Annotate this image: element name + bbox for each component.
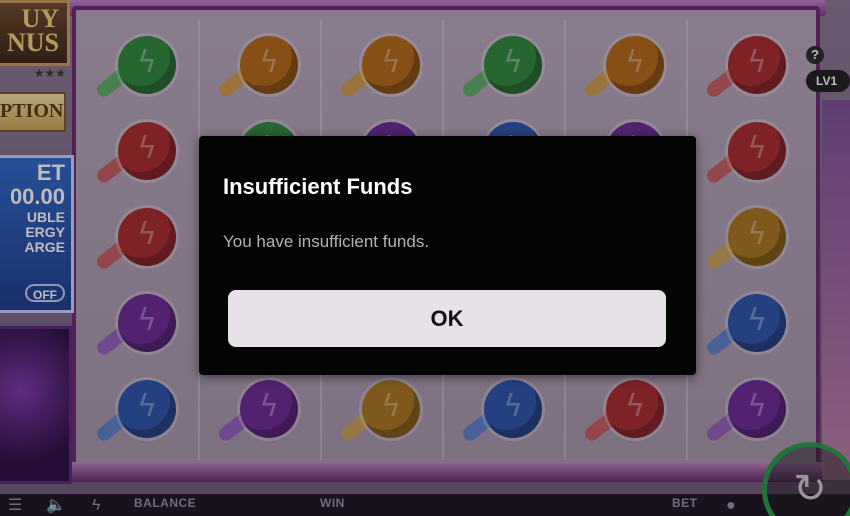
dialog-title: Insufficient Funds <box>223 174 413 199</box>
insufficient-funds-dialog: Insufficient Funds You have insufficient… <box>199 136 696 375</box>
ok-button[interactable]: OK <box>228 290 666 347</box>
dialog-message: You have insufficient funds. <box>223 232 430 251</box>
